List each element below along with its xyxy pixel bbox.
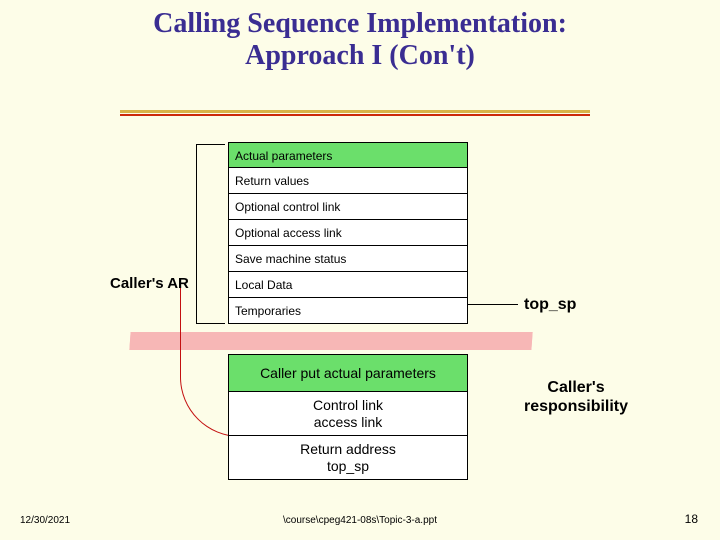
- row-optional-access-link: Optional access link: [228, 220, 468, 246]
- row-control-access-link: Control link access link: [228, 392, 468, 436]
- row-optional-control-link: Optional control link: [228, 194, 468, 220]
- row-return-address-label: Return address: [229, 441, 467, 457]
- activation-record-stack: Actual parameters Return values Optional…: [228, 142, 468, 324]
- slide: Calling Sequence Implementation: Approac…: [0, 0, 720, 540]
- row-return-values: Return values: [228, 168, 468, 194]
- page-title: Calling Sequence Implementation: Approac…: [0, 8, 720, 72]
- callee-setup-stack: Caller put actual parameters Control lin…: [228, 354, 468, 480]
- underline-red: [120, 114, 590, 116]
- top-sp-label: top_sp: [524, 296, 576, 314]
- top-sp-pointer-line: [468, 304, 518, 305]
- row-save-machine-status: Save machine status: [228, 246, 468, 272]
- row-temporaries: Temporaries: [228, 298, 468, 324]
- row-access-link-label: access link: [229, 414, 467, 430]
- title-underline: [120, 110, 590, 116]
- row-caller-put-params: Caller put actual parameters: [228, 354, 468, 392]
- callers-resp-line1: Caller's: [547, 379, 604, 396]
- row-return-address-topsp: Return address top_sp: [228, 436, 468, 480]
- title-line-1: Calling Sequence Implementation:: [153, 8, 567, 39]
- callers-responsibility-label: Caller's responsibility: [524, 378, 628, 416]
- underline-gold: [120, 110, 590, 113]
- row-actual-parameters: Actual parameters: [228, 142, 468, 168]
- row-local-data: Local Data: [228, 272, 468, 298]
- title-line-2: Approach I (Con't): [245, 40, 475, 71]
- row-control-link-label: Control link: [229, 397, 467, 413]
- row-topsp-label: top_sp: [229, 458, 467, 474]
- footer-path: \course\cpeg421-08s\Topic-3-a.ppt: [0, 515, 720, 526]
- row-caller-put-params-label: Caller put actual parameters: [229, 365, 467, 381]
- callers-resp-line2: responsibility: [524, 398, 628, 415]
- footer-page-number: 18: [685, 512, 698, 526]
- callers-ar-label: Caller's AR: [110, 275, 189, 292]
